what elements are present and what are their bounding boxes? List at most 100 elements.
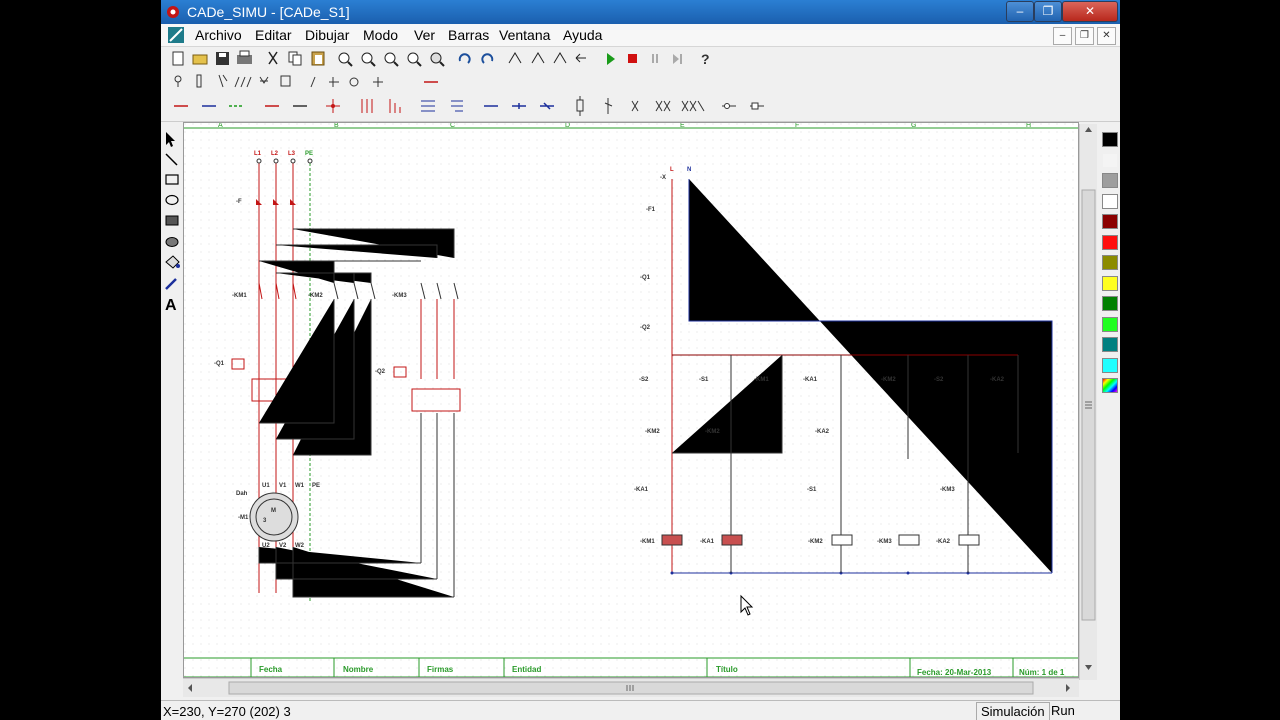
text-tool-icon[interactable]: A <box>165 297 177 314</box>
connector2-icon[interactable] <box>604 98 613 114</box>
km3-tag: -KM3 <box>392 293 407 299</box>
color-light-swatch[interactable] <box>1102 194 1118 209</box>
zoom-window-icon[interactable] <box>338 52 353 67</box>
color-teal-swatch[interactable] <box>1102 337 1118 352</box>
terminal-icon[interactable] <box>174 75 182 87</box>
menu-editar[interactable]: Editar <box>255 27 292 43</box>
color-darkgreen-swatch[interactable] <box>1102 296 1118 311</box>
copy-icon[interactable] <box>288 51 302 66</box>
open-icon[interactable] <box>192 54 208 65</box>
connector1-icon[interactable] <box>576 96 584 116</box>
phase-l1: L1 <box>254 151 262 157</box>
menu-dibujar[interactable]: Dibujar <box>305 27 349 43</box>
close-button[interactable]: ✕ <box>1062 1 1118 22</box>
filled-ellipse-icon[interactable] <box>165 237 179 247</box>
color-red-swatch[interactable] <box>1102 235 1118 250</box>
lamp-icon[interactable] <box>349 77 359 87</box>
rotate-left-icon[interactable] <box>575 53 586 63</box>
stop-icon[interactable] <box>628 54 637 63</box>
menu-ver[interactable]: Ver <box>414 27 435 43</box>
new-icon[interactable] <box>172 51 184 66</box>
coil-ka2-tag: -KA2 <box>936 539 951 545</box>
color-cyan-swatch[interactable] <box>1102 358 1118 373</box>
title-bar: CADe_SIMU - [CADe_S1] – ❐ ✕ <box>161 0 1120 24</box>
ellipse-icon[interactable] <box>165 194 179 206</box>
fill-bucket-icon[interactable] <box>165 255 180 269</box>
step-icon[interactable] <box>673 54 682 64</box>
color-gray-swatch[interactable] <box>1102 173 1118 188</box>
motor-pe: PE <box>312 483 320 489</box>
breaker-icon[interactable] <box>218 74 228 88</box>
mdi-document-icon[interactable] <box>167 26 185 44</box>
connector4-icon[interactable] <box>655 100 671 112</box>
connector7-icon[interactable] <box>750 102 764 110</box>
motor-icon[interactable] <box>280 75 291 87</box>
paste-icon[interactable] <box>311 51 325 66</box>
play-icon[interactable] <box>607 53 615 65</box>
wire-blue3-icon[interactable] <box>512 103 526 109</box>
color-olive-swatch[interactable] <box>1102 255 1118 270</box>
mdi-close-button[interactable]: ✕ <box>1097 27 1116 45</box>
pause-icon[interactable] <box>652 54 658 63</box>
mirror-h-icon[interactable] <box>531 52 545 64</box>
junction-icon[interactable] <box>326 99 340 113</box>
color-rainbow-swatch[interactable] <box>1102 378 1118 393</box>
pointer-icon[interactable] <box>166 132 175 147</box>
switch-icon[interactable] <box>310 76 316 88</box>
fuse-icon[interactable] <box>196 74 202 88</box>
redo-icon[interactable] <box>481 53 494 64</box>
print-icon[interactable] <box>237 50 252 64</box>
zoom-all-icon[interactable] <box>407 52 422 67</box>
color-darkred-swatch[interactable] <box>1102 214 1118 229</box>
breaker3-icon[interactable] <box>234 76 252 88</box>
titleblock-page: Núm: 1 de 1 <box>1019 668 1065 677</box>
column-e: E <box>680 123 685 129</box>
zoom-fit-icon[interactable] <box>430 52 445 67</box>
connector5-icon[interactable] <box>681 100 705 112</box>
undo-icon[interactable] <box>458 53 471 64</box>
contactor-icon[interactable] <box>259 76 269 84</box>
rectangle-icon[interactable] <box>165 174 179 185</box>
bus3-icon[interactable] <box>361 99 373 113</box>
connector3-icon[interactable] <box>631 100 639 112</box>
color-picker-icon[interactable] <box>165 278 177 290</box>
mirror-icon[interactable] <box>508 52 522 64</box>
menu-barras[interactable]: Barras <box>448 27 489 43</box>
pushbutton-icon[interactable] <box>329 77 339 87</box>
menu-ventana[interactable]: Ventana <box>499 27 550 43</box>
menu-modo[interactable]: Modo <box>363 27 398 43</box>
menu-archivo[interactable]: Archivo <box>195 27 242 43</box>
maximize-button[interactable]: ❐ <box>1034 1 1062 22</box>
color-yellow-swatch[interactable] <box>1102 276 1118 291</box>
hbus2-icon[interactable] <box>451 100 463 112</box>
zoom-in-icon[interactable] <box>361 52 376 67</box>
color-green-swatch[interactable] <box>1102 317 1118 332</box>
phase-l2: L2 <box>271 151 279 157</box>
row1-s2: -S2 <box>639 377 649 383</box>
mdi-minimize-button[interactable]: – <box>1053 27 1072 45</box>
filled-rectangle-icon[interactable] <box>165 215 179 226</box>
column-b: B <box>334 123 339 129</box>
line-icon[interactable] <box>165 153 178 166</box>
wire-blue4-icon[interactable] <box>540 102 554 110</box>
zoom-out-icon[interactable] <box>384 52 399 67</box>
bus3b-icon[interactable] <box>389 99 401 113</box>
save-icon[interactable] <box>216 52 229 65</box>
drawing-canvas[interactable]: A B C D E F G H L1 L2 L3 PE -F -KM1 -KM2 <box>183 122 1079 678</box>
column-a: A <box>218 123 223 129</box>
vertical-scrollbar[interactable] <box>1079 124 1097 680</box>
color-black-swatch[interactable] <box>1102 132 1118 147</box>
toolbar-components <box>161 71 1120 93</box>
menu-ayuda[interactable]: Ayuda <box>563 27 602 43</box>
coil-icon[interactable] <box>373 77 383 87</box>
connector6-icon[interactable] <box>722 103 736 109</box>
color-white-swatch[interactable] <box>1102 153 1118 168</box>
minimize-button[interactable]: – <box>1006 1 1034 22</box>
rotate-icon[interactable] <box>553 52 567 64</box>
horizontal-scrollbar[interactable] <box>183 678 1079 697</box>
mdi-restore-button[interactable]: ❐ <box>1075 27 1094 45</box>
help-icon[interactable]: ? <box>701 51 710 67</box>
hbus-icon[interactable] <box>421 100 435 112</box>
toolbar-wires <box>161 93 1120 122</box>
cut-icon[interactable] <box>268 51 278 65</box>
